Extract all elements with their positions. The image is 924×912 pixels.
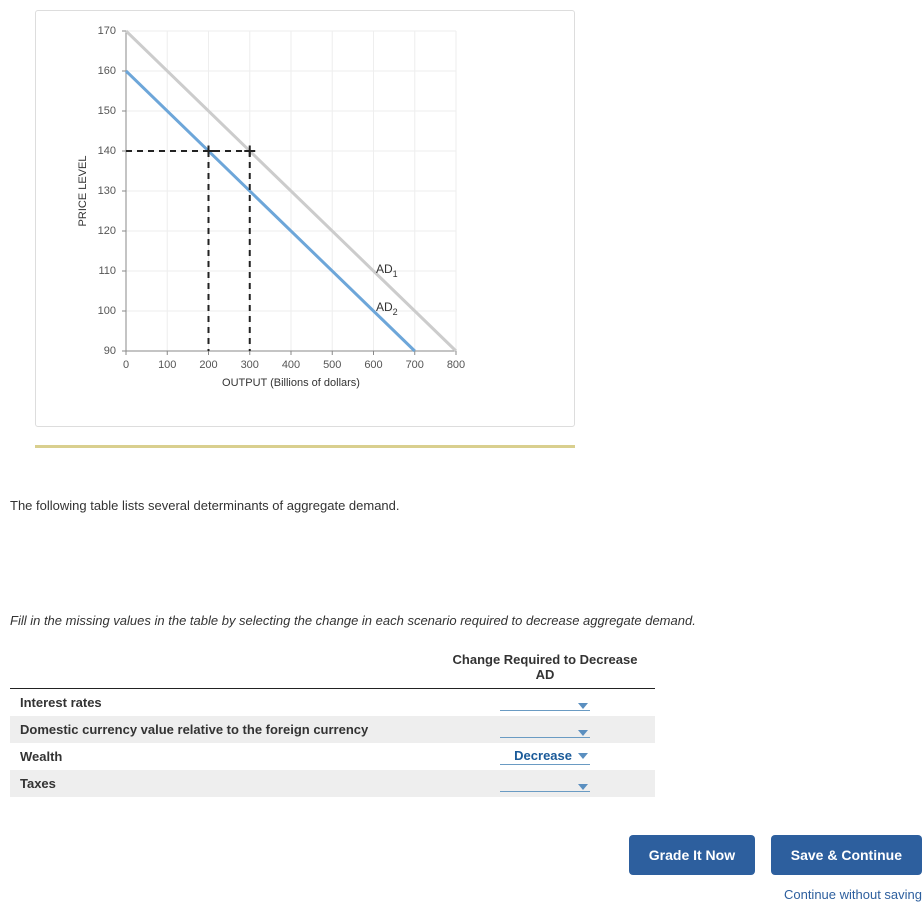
y-axis-label: PRICE LEVEL <box>77 156 89 227</box>
row-label: Wealth <box>10 743 435 770</box>
save-continue-button[interactable]: Save & Continue <box>771 835 922 875</box>
chevron-down-icon <box>578 730 588 736</box>
table-row: Taxes <box>10 770 655 797</box>
y-tick: 140 <box>98 145 116 157</box>
chevron-down-icon <box>578 784 588 790</box>
dropdown-wealth[interactable]: Decrease <box>500 748 590 765</box>
grade-button[interactable]: Grade It Now <box>629 835 755 875</box>
button-row: Grade It Now Save & Continue <box>10 835 922 875</box>
table-row: Interest rates <box>10 689 655 717</box>
x-tick: 300 <box>241 359 259 371</box>
y-tick: 150 <box>98 105 116 117</box>
y-tick: 130 <box>98 185 116 197</box>
x-tick: 700 <box>406 359 424 371</box>
table-header-change: Change Required to Decrease AD <box>435 646 655 689</box>
instruction-text: Fill in the missing values in the table … <box>10 613 914 628</box>
table-row: Wealth Decrease <box>10 743 655 770</box>
x-tick: 400 <box>282 359 300 371</box>
intro-text: The following table lists several determ… <box>10 498 914 513</box>
row-label: Interest rates <box>10 689 435 717</box>
x-tick: 200 <box>199 359 217 371</box>
divider <box>35 445 575 448</box>
x-tick: 600 <box>364 359 382 371</box>
table-header-blank <box>10 646 435 689</box>
x-tick: 500 <box>323 359 341 371</box>
series-ad2 <box>126 71 415 351</box>
x-tick: 800 <box>447 359 465 371</box>
continue-without-saving-link[interactable]: Continue without saving <box>10 887 922 902</box>
series-label-ad2: AD2 <box>376 300 398 317</box>
determinants-table: Change Required to Decrease AD Interest … <box>10 646 655 797</box>
dropdown-taxes[interactable] <box>500 784 590 792</box>
y-tick: 160 <box>98 65 116 77</box>
chevron-down-icon <box>578 703 588 709</box>
chart-wrap: 0 100 200 300 400 500 600 700 800 90 100… <box>56 21 556 406</box>
y-tick: 170 <box>98 25 116 37</box>
row-label: Taxes <box>10 770 435 797</box>
y-tick: 90 <box>104 345 116 357</box>
table-row: Domestic currency value relative to the … <box>10 716 655 743</box>
x-axis-label: OUTPUT (Billions of dollars) <box>222 377 360 389</box>
row-label: Domestic currency value relative to the … <box>10 716 435 743</box>
y-tick: 110 <box>98 265 116 277</box>
dropdown-currency-value[interactable] <box>500 730 590 738</box>
y-tick: 100 <box>98 305 116 317</box>
chart-svg: 0 100 200 300 400 500 600 700 800 90 100… <box>56 21 556 406</box>
y-tick: 120 <box>98 225 116 237</box>
dropdown-value: Decrease <box>514 748 572 763</box>
chevron-down-icon <box>578 753 588 759</box>
dropdown-interest-rates[interactable] <box>500 703 590 711</box>
x-tick: 0 <box>123 359 129 371</box>
chart-panel: 0 100 200 300 400 500 600 700 800 90 100… <box>35 10 575 427</box>
x-tick: 100 <box>158 359 176 371</box>
